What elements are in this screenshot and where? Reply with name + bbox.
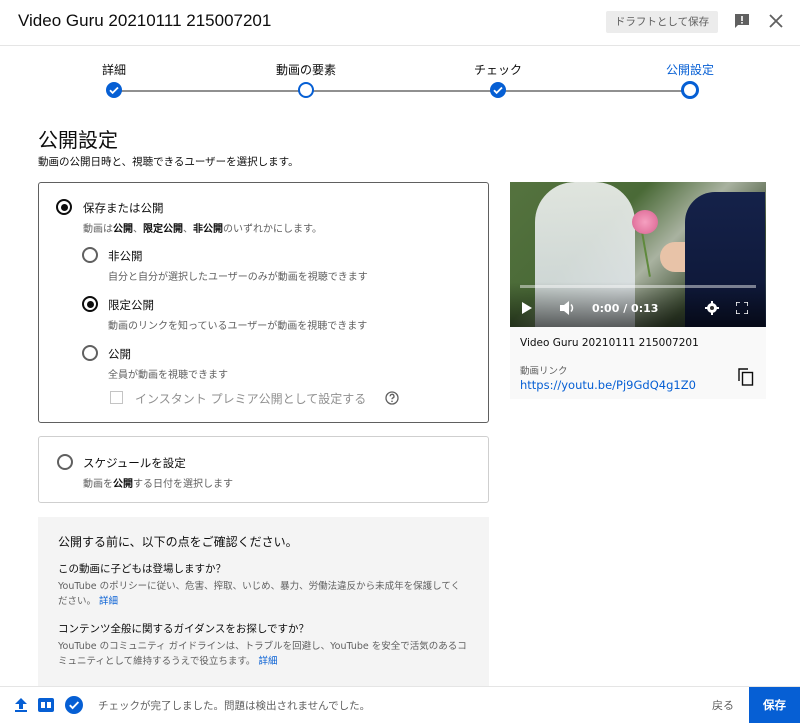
back-button[interactable]: 戻る — [700, 696, 746, 716]
video-frame-stem — [641, 232, 651, 277]
save-or-publish-panel: 保存または公開 動画は公開、限定公開、非公開のいずれかにします。 非公開 自分と… — [38, 182, 489, 423]
video-player[interactable]: 0:00 / 0:13 — [510, 182, 766, 327]
hd-icon — [38, 698, 54, 712]
dialog-header: Video Guru 20210111 215007201 ドラフトとして保存 — [0, 0, 800, 46]
save-or-publish-description: 動画は公開、限定公開、非公開のいずれかにします。 — [83, 224, 322, 235]
video-link[interactable]: https://youtu.be/Pj9GdQ4g1Z0 — [520, 378, 696, 392]
step-label: チェック — [473, 63, 522, 77]
time-display: 0:00 / 0:13 — [592, 302, 659, 315]
checklist-heading: 公開する前に、以下の点をご確認ください。 — [58, 535, 298, 549]
instant-premiere-checkbox[interactable] — [110, 391, 123, 404]
step-label: 詳細 — [101, 63, 126, 77]
unlisted-description: 動画のリンクを知っているユーザーが動画を視聴できます — [108, 321, 368, 332]
step-details[interactable]: 詳細 — [54, 46, 174, 98]
dialog-footer: チェックが完了しました。問題は検出されませんでした。 戻る 保存 — [0, 686, 800, 723]
copy-icon[interactable] — [738, 368, 754, 386]
page-description: 動画の公開日時と、視聴できるユーザーを選択します。 — [38, 156, 299, 168]
video-title: Video Guru 20210111 215007201 — [18, 11, 272, 30]
save-button[interactable]: 保存 — [749, 687, 800, 723]
checklist-text-guidance: YouTube のコミュニティ ガイドラインは、トラブルを回避し、YouTube… — [58, 641, 467, 667]
learn-more-link[interactable]: 詳細 — [99, 596, 118, 607]
feedback-icon[interactable] — [734, 13, 750, 29]
checklist-question-guidance: コンテンツ全般に関するガイダンスをお探しですか？ — [58, 623, 310, 635]
public-description: 全員が動画を視聴できます — [108, 370, 228, 381]
help-icon[interactable] — [385, 391, 399, 405]
private-description: 自分と自分が選択したユーザーのみが動画を視聴できます — [108, 272, 368, 283]
step-checks[interactable]: チェック — [438, 46, 558, 98]
fullscreen-icon[interactable] — [736, 302, 748, 314]
private-radio[interactable] — [82, 247, 98, 263]
preview-video-title: Video Guru 20210111 215007201 — [520, 337, 699, 349]
step-checkmark-icon — [490, 82, 506, 98]
unlisted-label: 限定公開 — [108, 298, 154, 312]
step-video-elements[interactable]: 動画の要素 — [246, 46, 366, 98]
stepper-line — [113, 90, 691, 92]
close-icon[interactable] — [768, 13, 784, 29]
save-or-publish-label: 保存または公開 — [83, 201, 164, 215]
gear-icon[interactable] — [705, 301, 719, 315]
video-preview-card: 0:00 / 0:13 Video Guru 20210111 21500720… — [510, 182, 766, 399]
video-link-label: 動画リンク — [520, 366, 568, 377]
status-message: チェックが完了しました。問題は検出されませんでした。 — [98, 700, 371, 712]
progress-stepper: 詳細 動画の要素 チェック 公開設定 — [0, 46, 800, 108]
page-title: 公開設定 — [38, 128, 118, 152]
step-label: 動画の要素 — [275, 63, 336, 77]
step-ring-icon — [298, 82, 314, 98]
unlisted-radio[interactable] — [82, 296, 98, 312]
public-radio[interactable] — [82, 345, 98, 361]
volume-icon[interactable] — [560, 301, 576, 315]
checklist-text-children: YouTube のポリシーに従い、危害、搾取、いじめ、暴力、労働法違反から未成年… — [58, 581, 461, 607]
public-label: 公開 — [108, 347, 131, 361]
schedule-radio[interactable] — [57, 454, 73, 470]
play-icon[interactable] — [522, 302, 532, 314]
checklist-question-children: この動画に子どもは登場しますか？ — [58, 563, 226, 575]
progress-bar[interactable] — [520, 285, 756, 288]
instant-premiere-label: インスタント プレミア公開として設定する — [135, 392, 367, 406]
private-label: 非公開 — [108, 249, 143, 263]
step-label: 公開設定 — [665, 63, 714, 77]
save-as-draft-button[interactable]: ドラフトとして保存 — [606, 11, 718, 33]
upload-icon — [15, 698, 27, 712]
video-frame-flower — [632, 210, 658, 234]
schedule-description: 動画を公開する日付を選択します — [83, 479, 233, 490]
learn-more-link[interactable]: 詳細 — [258, 656, 277, 667]
checks-complete-icon — [65, 696, 83, 714]
pre-publish-checklist: 公開する前に、以下の点をご確認ください。 この動画に子どもは登場しますか？ Yo… — [38, 517, 489, 687]
save-or-publish-radio[interactable] — [56, 199, 72, 215]
schedule-panel[interactable]: スケジュールを設定 動画を公開する日付を選択します — [38, 436, 489, 503]
schedule-label: スケジュールを設定 — [83, 456, 186, 470]
step-visibility[interactable]: 公開設定 — [630, 46, 750, 99]
step-checkmark-icon — [106, 82, 122, 98]
step-current-icon — [681, 81, 699, 99]
